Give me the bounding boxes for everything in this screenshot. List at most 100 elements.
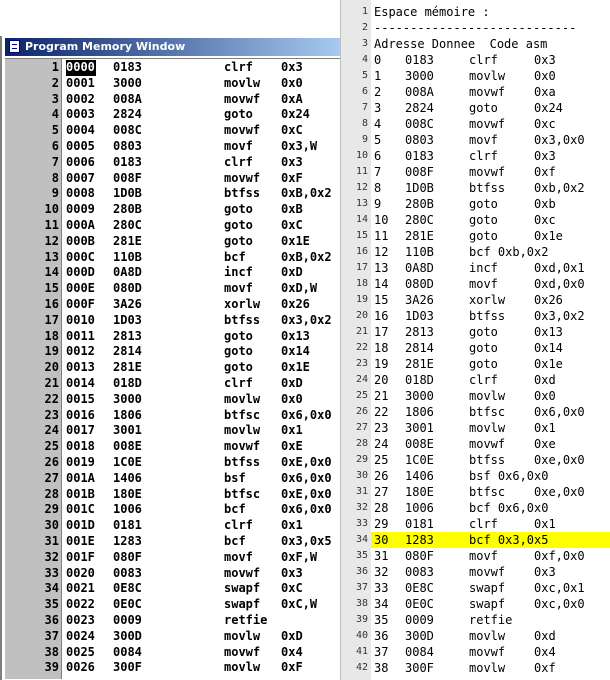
listing-line-number: 38 — [355, 598, 368, 609]
listing-row[interactable]: 30 26 1406 bsf 0x6,0x0 — [341, 468, 610, 484]
listing-row[interactable]: 40 36 300D movlw 0xd — [341, 628, 610, 644]
listing-row[interactable]: 28 24 008E movwf 0xe — [341, 436, 610, 452]
listing-row[interactable]: 19 15 3A26 xorlw 0x26 — [341, 292, 610, 308]
listing-line-number: 40 — [355, 630, 368, 641]
program-memory-row[interactable]: 35 0022 0E0C swapf 0xC,W — [5, 597, 340, 613]
mnemonic: swapf — [224, 581, 261, 596]
program-memory-row[interactable]: 20 0013 281E goto 0x1E — [5, 360, 340, 376]
listing-row[interactable]: 38 34 0E0C swapf 0xc,0x0 — [341, 596, 610, 612]
listing-row[interactable]: 9 5 0803 movf 0x3,0x0 — [341, 132, 610, 148]
program-memory-row[interactable]: 15 000E 080D movf 0xD,W — [5, 281, 340, 297]
program-memory-row[interactable]: 2 0001 3000 movlw 0x0 — [5, 76, 340, 92]
listing-row[interactable]: 26 22 1806 btfsc 0x6,0x0 — [341, 404, 610, 420]
listing-row-highlighted[interactable]: 34 30 1283 bcf 0x3,0x5 — [341, 532, 610, 548]
listing-row[interactable]: 5 1 3000 movlw 0x0 — [341, 68, 610, 84]
program-memory-row[interactable]: 17 0010 1D03 btfss 0x3,0x2 — [5, 313, 340, 329]
listing-row[interactable]: 13 9 280B goto 0xb — [341, 196, 610, 212]
listing-row[interactable]: 18 14 080D movf 0xd,0x0 — [341, 276, 610, 292]
operand: 0xC — [281, 581, 303, 596]
program-memory-row[interactable]: 21 0014 018D clrf 0xD — [5, 376, 340, 392]
program-memory-row[interactable]: 11 000A 280C goto 0xC — [5, 218, 340, 234]
listing-row[interactable]: 4 0 0183 clrf 0x3 — [341, 52, 610, 68]
listing-row[interactable]: 36 32 0083 movwf 0x3 — [341, 564, 610, 580]
program-memory-row[interactable]: 34 0021 0E8C swapf 0xC — [5, 581, 340, 597]
program-memory-row[interactable]: 25 0018 008E movwf 0xE — [5, 439, 340, 455]
listing-mnemonic: movwf — [469, 85, 506, 99]
listing-row[interactable]: 24 20 018D clrf 0xd — [341, 372, 610, 388]
address: 0002 — [66, 91, 95, 106]
listing-row[interactable]: 21 17 2813 goto 0x13 — [341, 324, 610, 340]
program-memory-row[interactable]: 10 0009 280B goto 0xB — [5, 202, 340, 218]
program-memory-row[interactable]: 38 0025 0084 movwf 0x4 — [5, 645, 340, 661]
listing-row[interactable]: 7 3 2824 goto 0x24 — [341, 100, 610, 116]
program-memory-row[interactable]: 6 0005 0803 movf 0x3,W — [5, 139, 340, 155]
listing-row[interactable]: 41 37 0084 movwf 0x4 — [341, 644, 610, 660]
mnemonic: clrf — [224, 154, 253, 169]
program-memory-row[interactable]: 14 000D 0A8D incf 0xD — [5, 265, 340, 281]
listing-row[interactable]: 14 10 280C goto 0xc — [341, 212, 610, 228]
listing-row[interactable]: 8 4 008C movwf 0xc — [341, 116, 610, 132]
listing-row[interactable]: 17 13 0A8D incf 0xd,0x1 — [341, 260, 610, 276]
listing-row[interactable]: 37 33 0E8C swapf 0xc,0x1 — [341, 580, 610, 596]
listing-address: 26 — [374, 469, 389, 483]
program-memory-row[interactable]: 19 0012 2814 goto 0x14 — [5, 344, 340, 360]
listing-row[interactable]: 29 25 1C0E btfss 0xe,0x0 — [341, 452, 610, 468]
listing-row[interactable]: 33 29 0181 clrf 0x1 — [341, 516, 610, 532]
listing-row[interactable]: 22 18 2814 goto 0x14 — [341, 340, 610, 356]
listing-row[interactable]: 6 2 008A movwf 0xa — [341, 84, 610, 100]
listing-operand: 0x3 — [534, 149, 556, 163]
program-memory-row[interactable]: 13 000C 110B bcf 0xB,0x2 — [5, 250, 340, 266]
program-memory-row[interactable]: 26 0019 1C0E btfss 0xE,0x0 — [5, 455, 340, 471]
program-memory-row[interactable]: 24 0017 3001 movlw 0x1 — [5, 423, 340, 439]
window-title-bar[interactable]: Program Memory Window — [5, 38, 340, 56]
program-memory-row[interactable]: 3 0002 008A movwf 0xA — [5, 92, 340, 108]
program-memory-row[interactable]: 22 0015 3000 movlw 0x0 — [5, 392, 340, 408]
listing-row[interactable]: 11 7 008F movwf 0xf — [341, 164, 610, 180]
listing-row[interactable]: 32 28 1006 bcf 0x6,0x0 — [341, 500, 610, 516]
program-memory-row[interactable]: 4 0003 2824 goto 0x24 — [5, 107, 340, 123]
program-memory-row[interactable]: 30 001D 0181 clrf 0x1 — [5, 518, 340, 534]
line-number: 12 — [44, 233, 59, 248]
program-memory-row[interactable]: 36 0023 0009 retfie — [5, 613, 340, 629]
listing-row[interactable]: 39 35 0009 retfie — [341, 612, 610, 628]
program-memory-row[interactable]: 28 001B 180E btfsc 0xE,0x0 — [5, 487, 340, 503]
listing-line-number: 9 — [361, 134, 368, 145]
listing-data: 2824 — [405, 101, 434, 115]
program-memory-row[interactable]: 29 001C 1006 bcf 0x6,0x0 — [5, 502, 340, 518]
program-memory-row[interactable]: 5 0004 008C movwf 0xC — [5, 123, 340, 139]
listing-row[interactable]: 16 12 110B bcf 0xb,0x2 — [341, 244, 610, 260]
opcode: 0084 — [113, 644, 142, 659]
address: 0010 — [66, 312, 95, 327]
program-memory-row[interactable]: 16 000F 3A26 xorlw 0x26 — [5, 297, 340, 313]
opcode: 300F — [113, 660, 142, 675]
listing-mnemonic: bcf 0x6,0x0 — [469, 501, 549, 515]
program-memory-row[interactable]: 12 000B 281E goto 0x1E — [5, 234, 340, 250]
program-memory-row[interactable]: 9 0008 1D0B btfss 0xB,0x2 — [5, 186, 340, 202]
program-memory-row[interactable]: 31 001E 1283 bcf 0x3,0x5 — [5, 534, 340, 550]
program-memory-row[interactable]: 27 001A 1406 bsf 0x6,0x0 — [5, 471, 340, 487]
program-memory-row[interactable]: 7 0006 0183 clrf 0x3 — [5, 155, 340, 171]
listing-row[interactable]: 23 19 281E goto 0x1e — [341, 356, 610, 372]
program-memory-row[interactable]: 18 0011 2813 goto 0x13 — [5, 329, 340, 345]
program-memory-row[interactable]: 23 0016 1806 btfsc 0x6,0x0 — [5, 408, 340, 424]
listing-row[interactable]: 15 11 281E goto 0x1e — [341, 228, 610, 244]
program-memory-row[interactable]: 1 0000 0183 clrf 0x3 — [5, 60, 340, 76]
operand: 0x13 — [281, 328, 310, 343]
listing-row[interactable]: 10 6 0183 clrf 0x3 — [341, 148, 610, 164]
address: 0024 — [66, 628, 95, 643]
listing-row[interactable]: 42 38 300F movlw 0xf — [341, 660, 610, 676]
listing-row[interactable]: 35 31 080F movf 0xf,0x0 — [341, 548, 610, 564]
listing-operand: 0xf — [534, 165, 556, 179]
program-memory-row[interactable]: 39 0026 300F movlw 0xF — [5, 660, 340, 676]
program-memory-row[interactable]: 8 0007 008F movwf 0xF — [5, 171, 340, 187]
listing-row[interactable]: 27 23 3001 movlw 0x1 — [341, 420, 610, 436]
opcode: 110B — [113, 249, 142, 264]
operand: 0x4 — [281, 644, 303, 659]
program-memory-row[interactable]: 37 0024 300D movlw 0xD — [5, 629, 340, 645]
listing-row[interactable]: 31 27 180E btfsc 0xe,0x0 — [341, 484, 610, 500]
program-memory-row[interactable]: 33 0020 0083 movwf 0x3 — [5, 566, 340, 582]
listing-row[interactable]: 12 8 1D0B btfss 0xb,0x2 — [341, 180, 610, 196]
program-memory-row[interactable]: 32 001F 080F movf 0xF,W — [5, 550, 340, 566]
listing-row[interactable]: 25 21 3000 movlw 0x0 — [341, 388, 610, 404]
listing-row[interactable]: 20 16 1D03 btfss 0x3,0x2 — [341, 308, 610, 324]
